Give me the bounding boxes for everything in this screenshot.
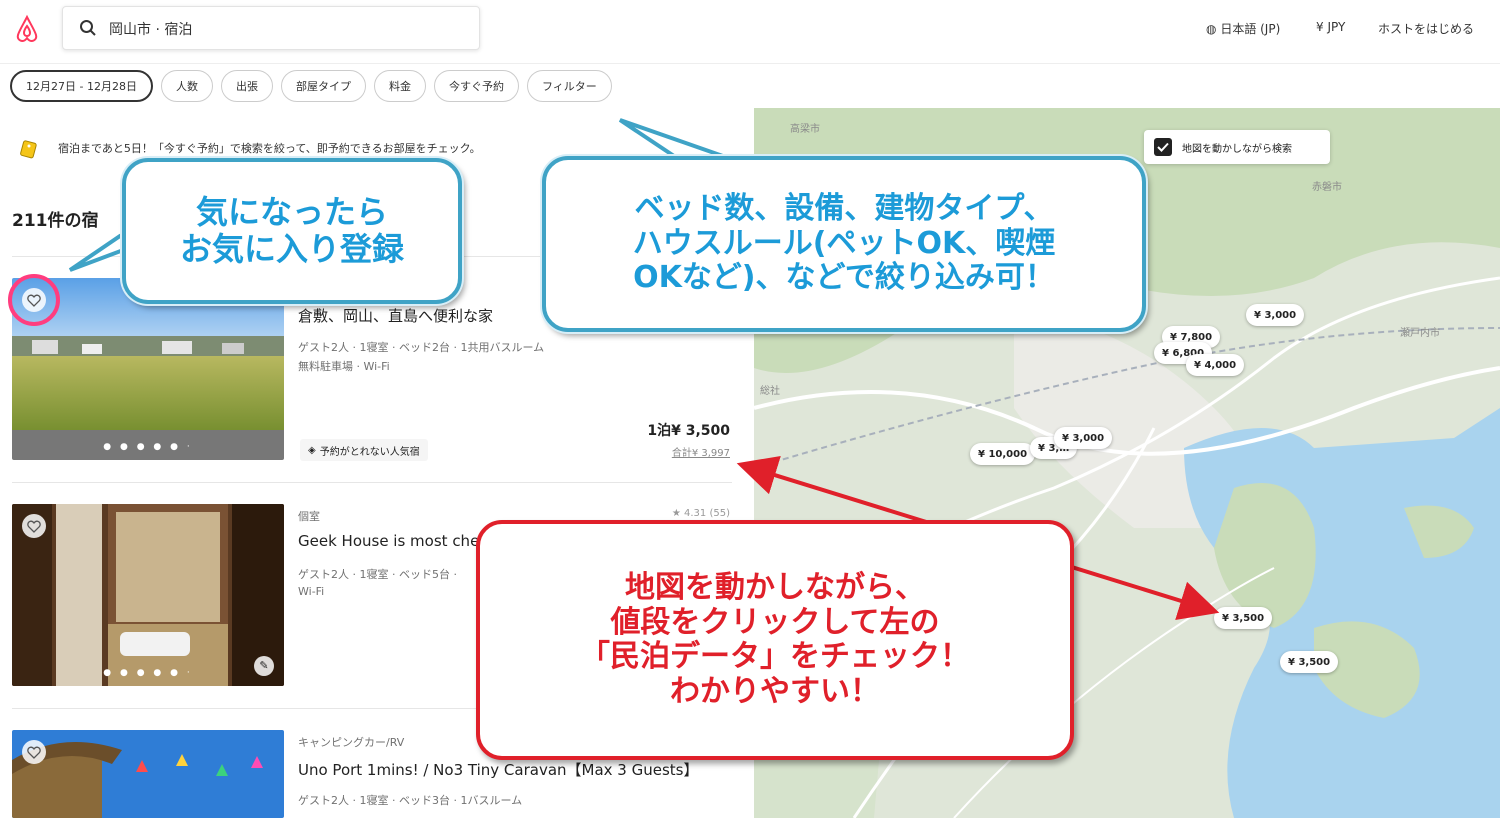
calendar-tag-icon xyxy=(20,140,37,159)
listing-3-title[interactable]: Uno Port 1mins! / No3 Tiny Caravan【Max 3… xyxy=(298,759,698,780)
listing-1-meta: ゲスト2人 · 1寝室 · ベッド2台 · 1共用バスルーム xyxy=(298,341,545,354)
listing-2-amenities: Wi-Fi xyxy=(298,585,325,598)
top-header: 岡山市 · 宿泊 ◍ 日本語 (JP) ¥ JPY ホストをはじめる xyxy=(0,0,1500,64)
more-filters-chip[interactable]: フィルター xyxy=(526,70,612,102)
favorite-callout: 気になったら お気に入り登録 xyxy=(122,158,462,304)
listing-1-title[interactable]: 倉敷、岡山、直島へ便利な家 xyxy=(298,305,493,326)
favorite-heart-icon[interactable] xyxy=(22,740,46,764)
divider xyxy=(12,482,732,483)
map-price-pin[interactable]: ¥ 3,000 xyxy=(1246,304,1305,326)
listing-3-meta: ゲスト2人 · 1寝室 · ベッド3台 · 1バスルーム xyxy=(298,794,523,807)
listing-3-photo[interactable] xyxy=(12,730,284,818)
listing-1-total[interactable]: 合計¥ 3,997 xyxy=(600,444,730,459)
listing-2-photo[interactable]: ● ● ● ● ● · ✎ xyxy=(12,504,284,686)
map-callout: 地図を動かしながら、 値段をクリックして左の 「民泊データ」をチェック！ わかり… xyxy=(476,520,1074,760)
map-city-label: 総社 xyxy=(760,386,780,397)
photo-dots[interactable]: ● ● ● ● ● · xyxy=(12,442,284,452)
listing-3-type: キャンピングカー/RV xyxy=(298,736,405,749)
airbnb-logo-icon[interactable] xyxy=(12,14,42,44)
map-city-label: 高梁市 xyxy=(790,124,820,135)
result-count: 211件の宿 xyxy=(12,211,99,231)
listing-1-price: 1泊¥ 3,500 xyxy=(647,423,730,439)
map-price-pin[interactable]: ¥ 10,000 xyxy=(970,443,1036,465)
guests-filter-chip[interactable]: 人数 xyxy=(160,70,213,102)
map-city-label: 瀬戸内市 xyxy=(1400,328,1440,339)
listing-2-title[interactable]: Geek House is most che xyxy=(298,532,479,550)
search-icon xyxy=(80,20,96,36)
filter-callout: ベッド数、設備、建物タイプ、 ハウスルール(ペットOK、喫煙 OKなど)、などで… xyxy=(542,156,1146,332)
caravan-photo xyxy=(12,730,284,818)
map-price-pin[interactable]: ¥ 3,500 xyxy=(1214,607,1273,629)
map-price-pin[interactable]: ¥ 3,000 xyxy=(1054,427,1113,449)
room-type-filter-chip[interactable]: 部屋タイプ xyxy=(280,70,366,102)
instant-book-filter-chip[interactable]: 今すぐ予約 xyxy=(433,70,519,102)
listing-1-amenities: 無料駐車場 · Wi-Fi xyxy=(298,360,390,373)
map-city-label: 赤磐市 xyxy=(1312,182,1342,193)
edit-pencil-icon[interactable]: ✎ xyxy=(254,656,274,676)
diamond-icon: ◈ xyxy=(308,444,316,456)
business-filter-chip[interactable]: 出張 xyxy=(220,70,273,102)
map-price-pin[interactable]: ¥ 4,000 xyxy=(1186,354,1245,376)
date-filter-chip[interactable]: 12月27日 - 12月28日 xyxy=(10,70,153,102)
language-selector[interactable]: ◍ 日本語 (JP) xyxy=(1206,20,1280,37)
search-as-map-moves-toggle[interactable]: 地図を動かしながら検索 xyxy=(1144,130,1330,164)
price-filter-chip[interactable]: 料金 xyxy=(373,70,426,102)
search-text: 岡山市 · 宿泊 xyxy=(109,22,193,38)
photo-dots[interactable]: ● ● ● ● ● · xyxy=(12,668,284,678)
listing-2-meta: ゲスト2人 · 1寝室 · ベッド5台 · xyxy=(298,568,457,581)
popular-badge: ◈ 予約がとれない人気宿 xyxy=(300,439,428,461)
highlight-circle xyxy=(8,274,60,326)
listing-2-type: 個室 xyxy=(298,510,320,523)
japanese-room-photo xyxy=(12,504,284,686)
listing-2-rating: ★ 4.31 (55) xyxy=(671,508,730,519)
globe-icon: ◍ xyxy=(1206,22,1217,36)
map-price-pin[interactable]: ¥ 3,500 xyxy=(1280,651,1339,673)
filter-bar: 12月27日 - 12月28日 人数 出張 部屋タイプ 料金 今すぐ予約 フィル… xyxy=(10,70,612,104)
search-bar[interactable]: 岡山市 · 宿泊 xyxy=(62,6,480,50)
currency-selector[interactable]: ¥ JPY xyxy=(1316,20,1345,34)
checkbox-checked-icon[interactable] xyxy=(1154,138,1172,156)
become-host-link[interactable]: ホストをはじめる xyxy=(1378,20,1474,37)
favorite-heart-icon[interactable] xyxy=(22,514,46,538)
